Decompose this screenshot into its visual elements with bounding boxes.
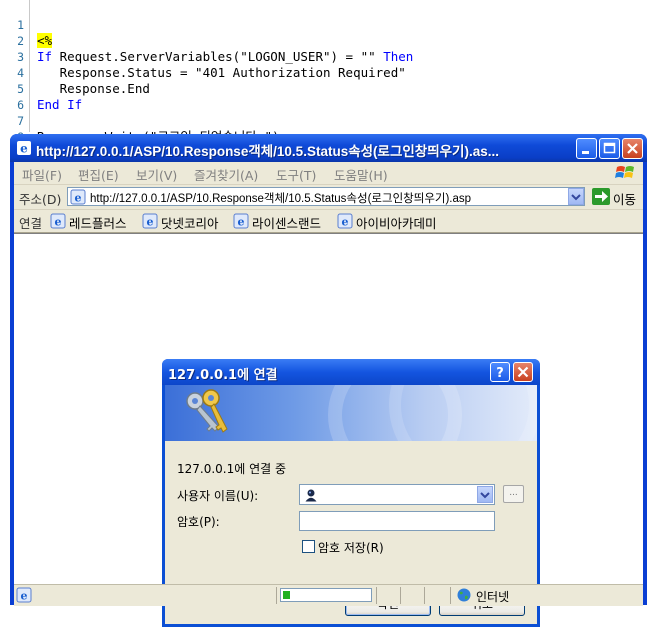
link-label: 아이비아카데미 [356, 216, 437, 231]
menu-tools[interactable]: 도구(T) [276, 165, 316, 184]
menu-file[interactable]: 파일(F) [22, 165, 62, 184]
keyword-end-if: End If [37, 97, 83, 112]
status-divider [400, 587, 401, 604]
svg-text:e: e [342, 216, 349, 229]
page-icon: e [142, 213, 158, 229]
svg-text:e: e [55, 216, 62, 229]
internet-zone-icon [457, 588, 471, 602]
page-icon: e [70, 189, 86, 205]
dialog-titlebar[interactable]: 127.0.0.1에 연결 ? [162, 359, 540, 385]
code-text: Response.End [37, 81, 150, 96]
code-text: Request.ServerVariables("LOGON_USER") = … [52, 49, 384, 64]
svg-text:e: e [147, 216, 154, 229]
chevron-down-icon [571, 194, 581, 201]
maximize-icon [603, 142, 616, 154]
link-label: 라이센스랜드 [252, 216, 322, 231]
links-bar: 연결 e 레드플러스 e 닷넷코리아 e 라이센스랜드 e 아이비아카데미 [14, 210, 643, 233]
code-line: 6 [0, 81, 30, 112]
windows-logo-icon [615, 166, 634, 178]
code-line: 1 <% [0, 1, 53, 48]
help-button[interactable]: ? [490, 362, 510, 382]
svg-text:e: e [75, 192, 82, 205]
link-label: 레드플러스 [69, 216, 127, 231]
menu-favorites[interactable]: 즐겨찾기(A) [194, 165, 258, 184]
window-title: http://127.0.0.1/ASP/10.Response객체/10.5.… [36, 144, 499, 159]
svg-text:?: ? [496, 366, 504, 381]
status-divider [424, 587, 425, 604]
dialog-message: 127.0.0.1에 연결 중 [177, 462, 287, 476]
menu-view[interactable]: 보기(V) [136, 165, 177, 184]
status-divider [276, 587, 277, 604]
code-line: 7 Response.Write("로그인 되었습니다.") [0, 97, 279, 144]
link-licenseland[interactable]: e 라이센스랜드 [233, 212, 333, 231]
page-icon: e [16, 587, 32, 603]
address-label: 주소(D) [19, 192, 62, 207]
status-bar: e 인터넷 [14, 584, 643, 606]
browser-window: e http://127.0.0.1/ASP/10.Response객체/10.… [10, 134, 647, 627]
address-bar: 주소(D) e http://127.0.0.1/ASP/10.Response… [14, 185, 643, 210]
progress-fill [283, 591, 290, 599]
menu-bar: 파일(F) 편집(E) 보기(V) 즐겨찾기(A) 도구(T) 도움말(H) [14, 162, 643, 185]
status-divider [450, 587, 451, 604]
keys-icon [186, 389, 228, 433]
code-editor: 1 <% 2 If Request.ServerVariables("LOGON… [0, 0, 651, 160]
link-redplus[interactable]: e 레드플러스 [50, 212, 136, 231]
password-label: 암호(P): [177, 515, 220, 529]
address-dropdown-button[interactable] [568, 188, 584, 205]
keyword-if: If [37, 49, 53, 64]
dialog-close-button[interactable] [513, 362, 533, 382]
code-line: 8 %> [0, 113, 53, 160]
go-button[interactable] [592, 188, 610, 205]
internet-explorer-icon: e [17, 141, 31, 156]
dialog-banner [165, 385, 537, 441]
browser-titlebar[interactable]: e http://127.0.0.1/ASP/10.Response객체/10.… [10, 134, 647, 162]
dialog-title: 127.0.0.1에 연결 [168, 368, 278, 383]
menu-help[interactable]: 도움말(H) [334, 165, 388, 184]
close-button[interactable] [622, 138, 643, 159]
link-ivyacademy[interactable]: e 아이비아카데미 [337, 212, 447, 231]
remember-password-checkbox[interactable] [302, 540, 315, 553]
links-label: 연결 [19, 216, 43, 231]
code-line: 3 Response.Status = "401 Authorization R… [0, 33, 406, 80]
password-input[interactable] [299, 511, 495, 531]
code-text: Response.Status = "401 Authorization Req… [37, 65, 406, 80]
page-icon: e [337, 213, 353, 229]
remember-password-label[interactable]: 암호 저장(R) [318, 539, 384, 556]
minimize-icon [582, 151, 589, 154]
code-line: 5 End If [0, 65, 82, 112]
go-arrow-icon [595, 191, 608, 202]
address-url: http://127.0.0.1/ASP/10.Response객체/10.5.… [90, 193, 472, 205]
security-zone-label: 인터넷 [476, 590, 510, 604]
code-line: 4 Response.End [0, 49, 150, 96]
go-label[interactable]: 이동 [613, 189, 636, 208]
menu-edit[interactable]: 편집(E) [78, 165, 119, 184]
svg-text:e: e [20, 142, 28, 156]
browser-client-area: 파일(F) 편집(E) 보기(V) 즐겨찾기(A) 도구(T) 도움말(H) 주… [14, 162, 643, 627]
page-icon: e [50, 213, 66, 229]
close-icon [627, 143, 638, 154]
minimize-button[interactable] [576, 138, 597, 159]
status-divider [376, 587, 377, 604]
asp-open-tag: <% [37, 33, 53, 48]
chevron-down-icon [480, 492, 490, 499]
address-input[interactable]: e http://127.0.0.1/ASP/10.Response객체/10.… [67, 187, 585, 206]
svg-text:e: e [238, 216, 245, 229]
help-icon: ? [496, 366, 504, 381]
page-content: 127.0.0.1에 연결 ? 127.0.0.1에 연결 중 사용자 이름(U… [14, 233, 643, 627]
link-label: 닷넷코리아 [161, 216, 219, 231]
close-icon [517, 366, 529, 378]
maximize-button[interactable] [599, 138, 620, 159]
browse-users-button[interactable]: ... [503, 485, 524, 503]
link-dotnetkorea[interactable]: e 닷넷코리아 [142, 212, 228, 231]
code-line: 2 If Request.ServerVariables("LOGON_USER… [0, 17, 413, 64]
username-dropdown-button[interactable] [477, 486, 493, 503]
progress-bar [280, 588, 372, 602]
user-icon [305, 489, 317, 502]
page-icon: e [233, 213, 249, 229]
keyword-then: Then [383, 49, 414, 64]
svg-text:e: e [21, 590, 28, 603]
username-label: 사용자 이름(U): [177, 489, 259, 503]
username-combobox[interactable] [299, 484, 495, 505]
